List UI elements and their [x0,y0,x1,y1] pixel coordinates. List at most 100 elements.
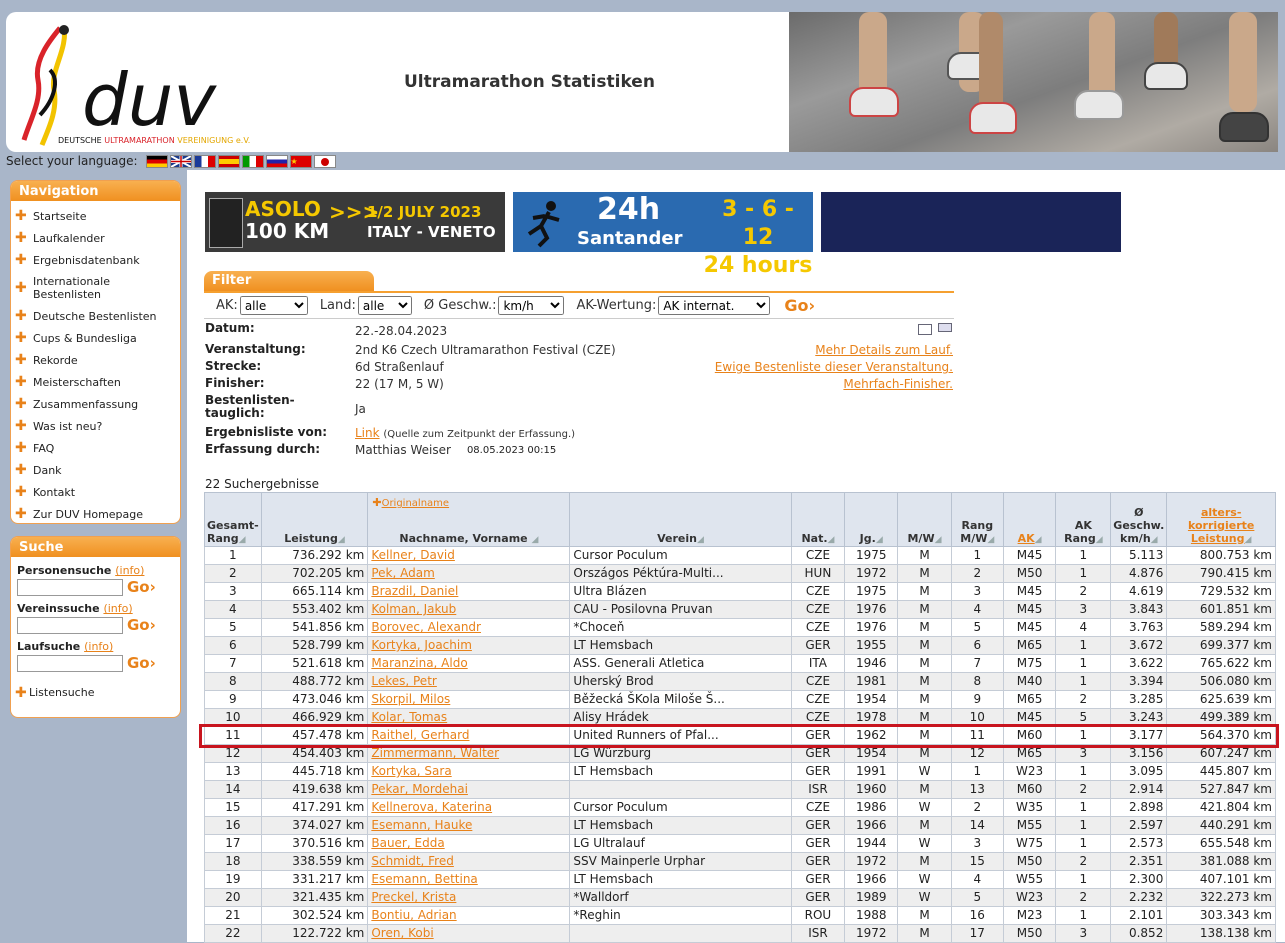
ak-select[interactable]: alle [239,296,308,315]
person-search-go-button[interactable]: Go› [127,578,156,596]
eternal-bestlist-link[interactable]: Ewige Bestenliste dieser Veranstaltung. [715,360,953,374]
results-source-link[interactable]: Link [355,426,380,440]
nav-item-zur-duv-homepage[interactable]: ✚ Zur DUV Homepage [11,503,180,523]
header-club[interactable]: Verein◢ [569,492,792,547]
nav-item-laufkalender[interactable]: ✚ Laufkalender [11,227,180,249]
original-name-link[interactable]: Originalname [382,498,450,509]
runner-name-cell[interactable]: Pekar, Mordehai [367,780,571,799]
runner-name-cell[interactable]: Kortyka, Joachim [367,636,571,655]
header-age-graded-performance[interactable]: alters-korrigierte Leistung◢ [1166,492,1276,547]
runner-name-link[interactable]: Kolar, Tomas [371,710,447,724]
runner-name-link[interactable]: Kellnerova, Katerina [371,800,492,814]
speed-unit-select[interactable]: km/h [498,296,565,315]
nav-item-kontakt[interactable]: ✚ Kontakt [11,481,180,503]
runner-name-cell[interactable]: Zimmermann, Walter [367,744,571,763]
runner-name-cell[interactable]: Schmidt, Fred [367,852,571,871]
header-birth-year[interactable]: Jg.◢ [844,492,899,547]
runner-name-cell[interactable]: Kolman, Jakub [367,600,571,619]
runner-name-cell[interactable]: Oren, Kobi [367,924,571,943]
runner-name-cell[interactable]: Esemann, Hauke [367,816,571,835]
header-age-class-rank[interactable]: AK Rang◢ [1055,492,1112,547]
runner-name-link[interactable]: Kortyka, Sara [371,764,451,778]
header-rank[interactable]: Gesamt-Rang◢ [204,492,262,547]
club-search-go-button[interactable]: Go› [127,616,156,634]
runner-name-link[interactable]: Borovec, Alexandr [371,620,481,634]
club-info-link[interactable]: (info) [103,602,132,615]
person-search-input[interactable] [17,578,123,596]
runner-name-cell[interactable]: Kellner, David [367,546,571,565]
runner-name-link[interactable]: Zimmermann, Walter [371,746,499,760]
race-info-link[interactable]: (info) [84,640,113,653]
asolo-banner[interactable]: ASOLO 100 KM >>> 1/2 JULY 2023 ITALY - VEN… [205,192,505,252]
runner-name-link[interactable]: Kortyka, Joachim [371,638,472,652]
nav-item-internationale-bestenlisten[interactable]: ✚ Internationale Bestenlisten [11,271,180,305]
runner-name-link[interactable]: Lekes, Petr [371,674,436,688]
flag-japan-icon[interactable] [313,154,336,168]
runner-name-link[interactable]: Raithel, Gerhard [371,728,469,742]
runner-name-link[interactable]: Bauer, Edda [371,836,444,850]
runner-name-cell[interactable]: Esemann, Bettina [367,870,571,889]
header-gender[interactable]: M/W◢ [897,492,952,547]
runner-name-link[interactable]: Bontiu, Adrian [371,908,456,922]
ad-banner-dark[interactable] [821,192,1121,252]
nav-item-zusammenfassung[interactable]: ✚ Zusammenfassung [11,393,180,415]
runner-name-link[interactable]: Pekar, Mordehai [371,782,468,796]
flag-spain-icon[interactable] [217,154,240,168]
runner-name-link[interactable]: Esemann, Hauke [371,818,472,832]
runner-name-link[interactable]: Esemann, Bettina [371,872,477,886]
runner-name-cell[interactable]: Preckel, Krista [367,888,571,907]
flag-france-icon[interactable] [193,154,216,168]
nav-item-cups-bundesliga[interactable]: ✚ Cups & Bundesliga [11,327,180,349]
runner-name-link[interactable]: Schmidt, Fred [371,854,454,868]
flag-germany-icon[interactable] [145,154,168,168]
runner-name-cell[interactable]: Bauer, Edda [367,834,571,853]
nav-item-startseite[interactable]: ✚ Startseite [11,205,180,227]
nav-item-was-ist-neu[interactable]: ✚ Was ist neu? [11,415,180,437]
flag-uk-icon[interactable] [169,154,192,168]
runner-name-link[interactable]: Brazdil, Daniel [371,584,458,598]
nav-item-faq[interactable]: ✚ FAQ [11,437,180,459]
nav-item-deutsche-bestenlisten[interactable]: ✚ Deutsche Bestenlisten [11,305,180,327]
card-view-icon[interactable] [938,323,952,332]
runner-name-link[interactable]: Skorpil, Milos [371,692,450,706]
duv-logo[interactable]: duv DEUTSCHE ULTRAMARATHON VEREINIGUNG e… [20,20,290,150]
nav-item-ergebnisdatenbank[interactable]: ✚ Ergebnisdatenbank [11,249,180,271]
runner-name-cell[interactable]: Maranzina, Aldo [367,654,571,673]
runner-name-cell[interactable]: Brazdil, Daniel [367,582,571,601]
list-search-link[interactable]: ✚ Listensuche [11,686,180,700]
nav-item-meisterschaften[interactable]: ✚ Meisterschaften [11,371,180,393]
more-details-link[interactable]: Mehr Details zum Lauf. [815,343,953,357]
runner-name-cell[interactable]: Kolar, Tomas [367,708,571,727]
header-performance[interactable]: Leistung◢ [260,492,369,547]
flag-italy-icon[interactable] [241,154,264,168]
runner-name-cell[interactable]: Borovec, Alexandr [367,618,571,637]
header-name[interactable]: ✚Originalname Nachname, Vorname ◢ [367,492,571,547]
runner-name-cell[interactable]: Kellnerova, Katerina [367,798,571,817]
race-search-input[interactable] [17,654,123,672]
runner-name-link[interactable]: Kellner, David [371,548,455,562]
runner-name-cell[interactable]: Lekes, Petr [367,672,571,691]
runner-name-link[interactable]: Pek, Adam [371,566,434,580]
header-speed[interactable]: Ø Geschw. km/h◢ [1110,492,1168,547]
race-search-go-button[interactable]: Go› [127,654,156,672]
runner-name-cell[interactable]: Bontiu, Adrian [367,906,571,925]
runner-name-link[interactable]: Preckel, Krista [371,890,456,904]
runner-name-link[interactable]: Maranzina, Aldo [371,656,467,670]
nav-item-rekorde[interactable]: ✚ Rekorde [11,349,180,371]
person-info-link[interactable]: (info) [115,564,144,577]
header-gender-rank[interactable]: Rang M/W◢ [950,492,1004,547]
filter-go-button[interactable]: Go› [784,296,815,315]
header-age-class[interactable]: AK◢ [1002,492,1057,547]
runner-name-cell[interactable]: Kortyka, Sara [367,762,571,781]
runner-name-link[interactable]: Oren, Kobi [371,926,433,940]
runner-name-link[interactable]: Kolman, Jakub [371,602,456,616]
table-view-icon[interactable] [918,324,932,335]
header-nation[interactable]: Nat.◢ [790,492,846,547]
flag-russia-icon[interactable] [265,154,288,168]
ak-rating-select[interactable]: AK internat. [658,296,771,315]
country-select[interactable]: alle [357,296,412,315]
multiple-finisher-link[interactable]: Mehrfach-Finisher. [843,377,953,391]
santander-banner[interactable]: 24h Santander 3 - 6 - 12 24 hours [513,192,813,278]
runner-name-cell[interactable]: Skorpil, Milos [367,690,571,709]
flag-china-icon[interactable]: ★ [289,154,312,168]
